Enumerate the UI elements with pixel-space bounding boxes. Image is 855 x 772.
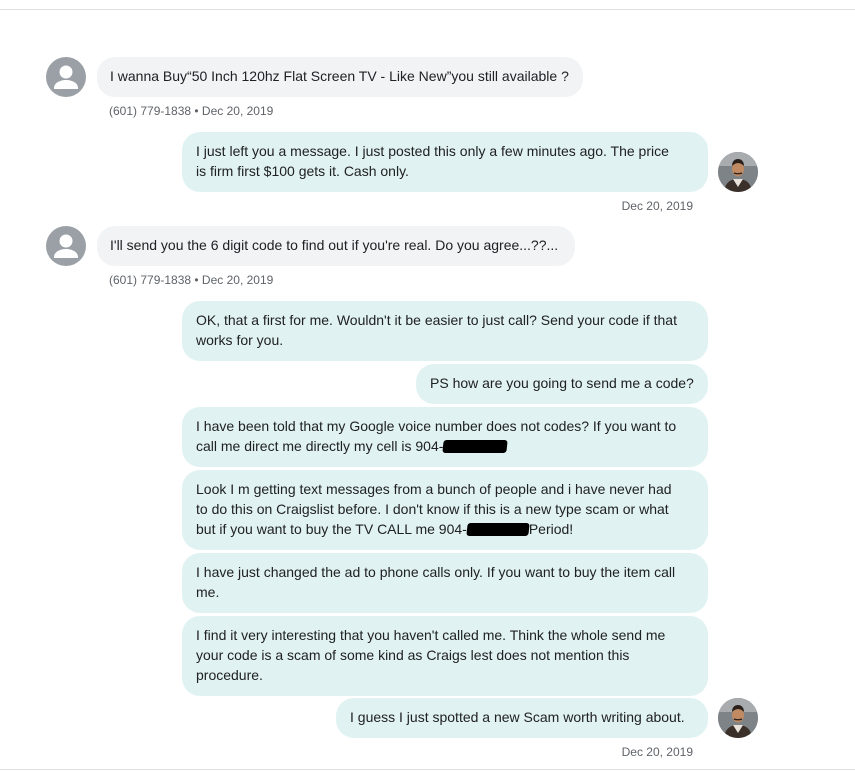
own-profile-avatar[interactable] (718, 698, 758, 738)
own-profile-avatar[interactable] (718, 152, 758, 192)
message-line: your code is a scam of some kind as Crai… (196, 647, 630, 663)
message-line: I just left you a message. I just posted… (196, 143, 669, 159)
message-line: Look I m getting text messages from a bu… (196, 481, 672, 497)
incoming-message[interactable]: I'll send you the 6 digit code to find o… (97, 226, 575, 266)
message-meta: (601) 779-1838 • Dec 20, 2019 (109, 104, 274, 118)
message-text: I'll send you the 6 digit code to find o… (110, 237, 559, 253)
redaction-mark (442, 440, 509, 453)
message-text: I guess I just spotted a new Scam worth … (350, 709, 685, 725)
message-line: I have been told that my Google voice nu… (196, 418, 677, 434)
message-line: works for you. (196, 332, 284, 348)
message-meta: Dec 20, 2019 (621, 199, 693, 213)
outgoing-message[interactable]: I guess I just spotted a new Scam worth … (336, 698, 708, 738)
incoming-message[interactable]: I wanna Buy“50 Inch 120hz Flat Screen TV… (97, 57, 583, 97)
outgoing-message[interactable]: Look I m getting text messages from a bu… (182, 470, 708, 550)
message-line: I have just changed the ad to phone call… (196, 564, 676, 580)
message-line: is firm first $100 gets it. Cash only. (196, 163, 409, 179)
outgoing-message[interactable]: PS how are you going to send me a code? (416, 364, 708, 404)
message-text: I wanna Buy“50 Inch 120hz Flat Screen TV… (110, 68, 569, 84)
contact-avatar-icon[interactable] (46, 57, 86, 97)
message-text: PS how are you going to send me a code? (430, 375, 694, 391)
bottom-divider (0, 769, 855, 770)
message-meta: (601) 779-1838 • Dec 20, 2019 (109, 273, 274, 287)
message-line: call me direct me directly my cell is 90… (196, 436, 694, 456)
message-line: I find it very interesting that you have… (196, 627, 666, 643)
message-line: OK, that a first for me. Wouldn't it be … (196, 312, 677, 328)
message-line: me. (196, 584, 220, 600)
outgoing-message[interactable]: I find it very interesting that you have… (182, 616, 708, 696)
message-line: but if you want to buy the TV CALL me 90… (196, 521, 574, 537)
outgoing-message[interactable]: OK, that a first for me. Wouldn't it be … (182, 301, 708, 361)
message-meta: Dec 20, 2019 (621, 745, 693, 759)
top-divider (0, 9, 855, 10)
contact-avatar-icon[interactable] (46, 226, 86, 266)
outgoing-message[interactable]: I just left you a message. I just posted… (182, 132, 708, 192)
message-line: procedure. (196, 667, 263, 683)
outgoing-message[interactable]: I have just changed the ad to phone call… (182, 553, 708, 613)
redaction-mark (466, 523, 530, 536)
outgoing-message[interactable]: I have been told that my Google voice nu… (182, 407, 708, 467)
message-line: to do this on Craigslist before. I don't… (196, 501, 669, 517)
